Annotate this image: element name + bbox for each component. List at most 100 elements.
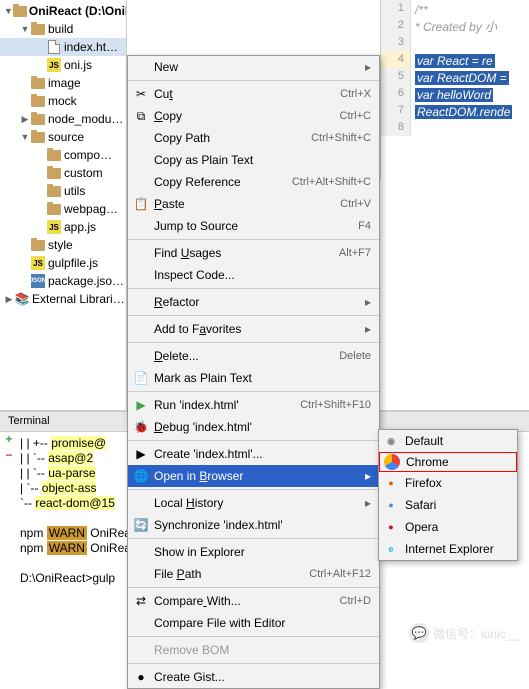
terminal-remove-icon[interactable]: − [2,448,16,462]
browser-default[interactable]: ◉Default [379,430,517,452]
js-icon: JS [46,219,62,235]
js-icon: JS [30,255,46,271]
tree-item-gulpfilejs[interactable]: JSgulpfile.js [0,254,126,272]
blank-icon [132,130,150,146]
tree-item-style[interactable]: style [0,236,126,254]
menu-inspect-code-[interactable]: Inspect Code... [128,264,379,286]
opera-icon: ● [383,519,399,535]
watermark-text: 微信号：ionic__ [433,625,519,642]
menu-debug-index-html-[interactable]: 🐞Debug 'index.html' [128,416,379,438]
menu-label: Find Usages [154,246,339,260]
browser-internet-explorer[interactable]: eInternet Explorer [379,538,517,560]
code-line[interactable] [415,121,525,138]
tree-item-appjs[interactable]: JSapp.js [0,218,126,236]
browser-icon: 🌐 [132,468,150,484]
tree-item-node_modu[interactable]: ▶node_modu… [0,110,126,128]
tree-item-compo[interactable]: compo… [0,146,126,164]
tree-item-onijs[interactable]: JSoni.js [0,56,126,74]
sync-icon: 🔄 [132,517,150,533]
menu-copy-path[interactable]: Copy PathCtrl+Shift+C [128,127,379,149]
menu-create-gist-[interactable]: ●Create Gist... [128,666,379,688]
tree-item-image[interactable]: image [0,74,126,92]
terminal-add-icon[interactable]: + [2,432,16,446]
submenu-arrow-icon: ▸ [365,496,371,510]
tree-item-packagejso[interactable]: JSONpackage.jso… [0,272,126,290]
menu-synchronize-index-html-[interactable]: 🔄 Synchronize 'index.html' [128,514,379,536]
tree-item-mock[interactable]: mock [0,92,126,110]
code-editor[interactable]: 12345678 /** * Created by 小var React = r… [380,0,529,180]
tree-arrow-icon[interactable]: ▶ [20,114,30,125]
browser-submenu[interactable]: ◉DefaultChrome●Firefox●Safari●OperaeInte… [378,429,518,561]
menu-label: Refactor [154,295,365,309]
code-line[interactable]: /** [415,2,525,19]
copy-icon: ⧉ [132,108,150,124]
tree-item-indexht[interactable]: index.ht… [0,38,126,56]
folder-icon [30,93,46,109]
menu-copy-as-plain-text[interactable]: Copy as Plain Text [128,149,379,171]
browser-firefox[interactable]: ●Firefox [379,472,517,494]
tree-item-OniReact[interactable]: ▼OniReact (D:\OniReact) [0,2,126,20]
tree-item-source[interactable]: ▼source [0,128,126,146]
line-number: 5 [381,68,410,85]
menu-new[interactable]: New▸ [128,56,379,78]
project-tree[interactable]: ▼OniReact (D:\OniReact)▼buildindex.ht…JS… [0,0,127,410]
menu-local-history[interactable]: Local History▸ [128,492,379,514]
context-menu[interactable]: New▸ ✂CutCtrl+X⧉CopyCtrl+CCopy PathCtrl+S… [127,55,380,689]
menu-refactor[interactable]: Refactor▸ [128,291,379,313]
blank-icon [132,566,150,582]
menu-add-to-favorites[interactable]: Add to Favorites▸ [128,318,379,340]
submenu-arrow-icon: ▸ [365,60,371,74]
tree-item-webpag[interactable]: webpag… [0,200,126,218]
menu-compare-file-with-editor[interactable]: Compare File with Editor [128,612,379,634]
code-line[interactable]: var ReactDOM = [415,70,525,87]
tree-item-ExternalLibrari[interactable]: ▶📚External Librari… [0,290,126,308]
tree-arrow-icon[interactable]: ▼ [4,6,13,16]
menu-open-in-browser[interactable]: 🌐Open in Browser▸ [128,465,379,487]
tree-label: package.jso… [48,274,124,288]
menu-run-index-html-[interactable]: ▶Run 'index.html'Ctrl+Shift+F10 [128,394,379,416]
menu-show-in-explorer[interactable]: Show in Explorer [128,541,379,563]
browser-chrome[interactable]: Chrome [379,452,517,472]
menu-label: Remove BOM [154,643,371,657]
blank-icon [132,348,150,364]
code-line[interactable]: * Created by 小 [415,19,525,36]
code-line[interactable] [415,36,525,53]
menu-cut[interactable]: ✂CutCtrl+X [128,83,379,105]
shortcut: Ctrl+D [340,595,371,607]
code-line[interactable]: ReactDOM.rende [415,104,525,121]
menu-label: Copy as Plain Text [154,153,371,167]
folder-icon [30,21,46,37]
code-line[interactable]: var React = re [415,53,525,70]
menu-copy-reference[interactable]: Copy ReferenceCtrl+Alt+Shift+C [128,171,379,193]
folder-icon [30,111,46,127]
tree-arrow-icon[interactable]: ▶ [4,294,14,305]
blank-icon [132,615,150,631]
menu-paste[interactable]: 📋PasteCtrl+V [128,193,379,215]
menu-jump-to-source[interactable]: Jump to SourceF4 [128,215,379,237]
tree-item-build[interactable]: ▼build [0,20,126,38]
browser-safari[interactable]: ●Safari [379,494,517,516]
line-number: 8 [381,119,410,136]
tree-item-custom[interactable]: custom [0,164,126,182]
safari-icon: ● [383,497,399,513]
menu-delete-[interactable]: Delete...Delete [128,345,379,367]
tree-label: utils [64,184,85,198]
browser-opera[interactable]: ●Opera [379,516,517,538]
menu-copy[interactable]: ⧉CopyCtrl+C [128,105,379,127]
menu-file-path[interactable]: File PathCtrl+Alt+F12 [128,563,379,585]
menu-compare-with-[interactable]: ⇄Compare With...Ctrl+D [128,590,379,612]
menu-find-usages[interactable]: Find UsagesAlt+F7 [128,242,379,264]
menu-mark-as-plain-text[interactable]: 📄Mark as Plain Text [128,367,379,389]
menu-label: Synchronize 'index.html' [154,518,371,532]
tree-arrow-icon[interactable]: ▼ [20,24,30,34]
tree-arrow-icon[interactable]: ▼ [20,132,30,142]
blank-icon [132,321,150,337]
submenu-arrow-icon: ▸ [365,469,371,483]
menu-label: File Path [154,567,309,581]
editor-code[interactable]: /** * Created by 小 var React = revar Reac… [411,0,529,140]
blank-icon [132,267,150,283]
mark-icon: 📄 [132,370,150,386]
menu-create-index-html-[interactable]: ▶Create 'index.html'... [128,443,379,465]
tree-item-utils[interactable]: utils [0,182,126,200]
code-line[interactable]: var helloWord [415,87,525,104]
